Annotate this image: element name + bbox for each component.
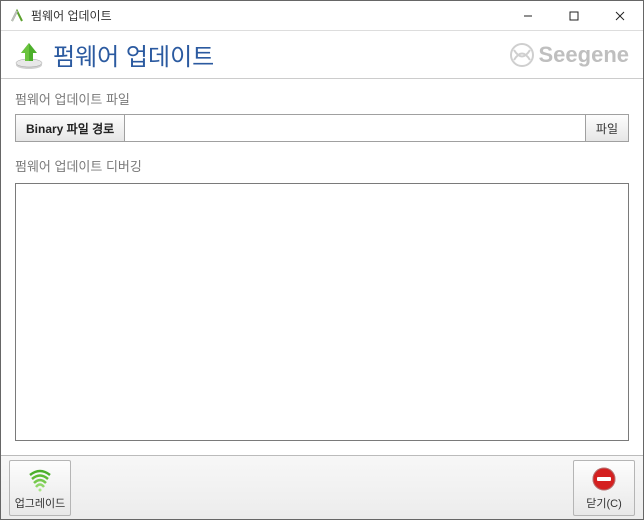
firmware-update-icon: [13, 39, 45, 71]
titlebar: 펌웨어 업데이트: [1, 1, 643, 31]
close-stop-icon: [590, 465, 618, 493]
upgrade-button[interactable]: 업그레이드: [9, 460, 71, 516]
maximize-button[interactable]: [551, 1, 597, 30]
wifi-upgrade-icon: [26, 465, 54, 493]
window-title: 펌웨어 업데이트: [31, 7, 505, 24]
brand-icon: [509, 42, 535, 68]
upgrade-button-label: 업그레이드: [15, 495, 66, 511]
window-controls: [505, 1, 643, 30]
app-icon: [9, 8, 25, 24]
file-path-row: Binary 파일 경로 파일: [15, 114, 629, 142]
app-window: 펌웨어 업데이트 펌웨어 업데이트: [0, 0, 644, 520]
debug-section-label: 펌웨어 업데이트 디버깅: [15, 156, 629, 175]
debug-output[interactable]: [15, 183, 629, 441]
close-button-label: 닫기(C): [586, 495, 622, 511]
minimize-button[interactable]: [505, 1, 551, 30]
close-window-button[interactable]: [597, 1, 643, 30]
close-button[interactable]: 닫기(C): [573, 460, 635, 516]
file-path-input[interactable]: [125, 115, 585, 141]
browse-file-button[interactable]: 파일: [585, 115, 628, 141]
header: 펌웨어 업데이트 Seegene: [1, 31, 643, 78]
page-title: 펌웨어 업데이트: [53, 37, 509, 72]
file-path-title: Binary 파일 경로: [16, 115, 125, 141]
main-body: 펌웨어 업데이트 파일 Binary 파일 경로 파일 펌웨어 업데이트 디버깅: [1, 78, 643, 455]
file-section-label: 펌웨어 업데이트 파일: [15, 89, 629, 108]
brand-logo: Seegene: [509, 42, 630, 68]
brand-text: Seegene: [539, 42, 630, 68]
footer: 업그레이드 닫기(C): [1, 455, 643, 519]
